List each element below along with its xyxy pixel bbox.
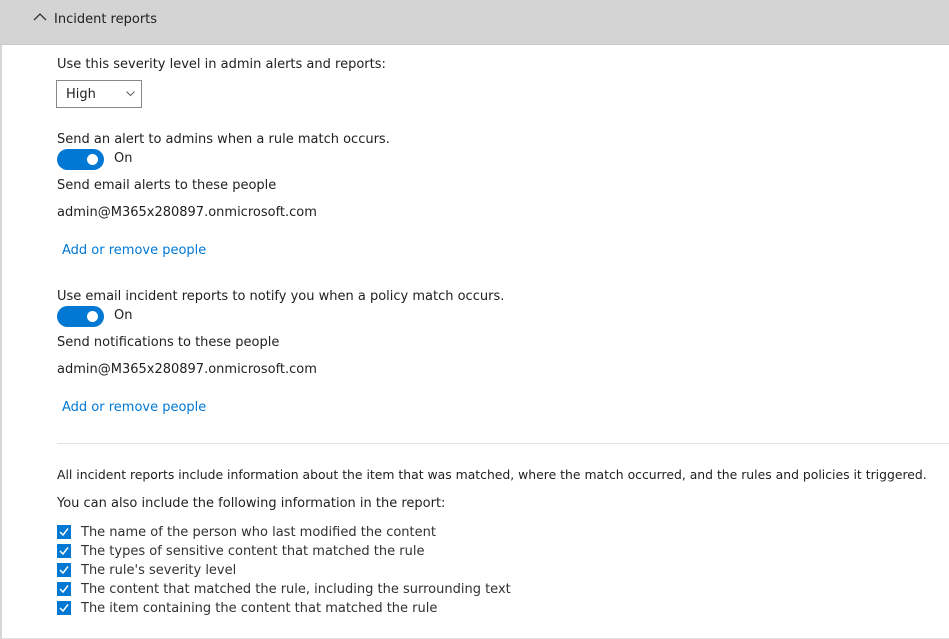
checkbox-modifier-name[interactable] — [57, 525, 71, 539]
alert-label: Send an alert to admins when a rule matc… — [57, 132, 390, 147]
checkbox-label: The item containing the content that mat… — [81, 601, 438, 616]
severity-label: Use this severity level in admin alerts … — [57, 57, 386, 72]
checkmark-icon — [59, 566, 69, 575]
severity-dropdown[interactable]: High — [56, 80, 142, 108]
alert-toggle[interactable] — [57, 149, 104, 170]
incident-recipients-label: Send notifications to these people — [57, 335, 280, 350]
checkmark-icon — [59, 585, 69, 594]
checkmark-icon — [59, 604, 69, 613]
incident-label: Use email incident reports to notify you… — [57, 289, 505, 304]
checkbox-sensitive-types[interactable] — [57, 544, 71, 558]
alert-recipients-label: Send email alerts to these people — [57, 178, 277, 193]
checkmark-icon — [59, 528, 69, 537]
chevron-down-icon — [126, 91, 135, 97]
alert-recipient: admin@M365x280897.onmicrosoft.com — [57, 205, 317, 220]
toggle-knob — [87, 154, 98, 165]
checkbox-label: The content that matched the rule, inclu… — [81, 582, 511, 597]
incident-toggle[interactable] — [57, 306, 104, 327]
checkbox-severity-level[interactable] — [57, 563, 71, 577]
checkbox-matched-content[interactable] — [57, 582, 71, 596]
section-header[interactable]: Incident reports — [0, 0, 949, 45]
toggle-knob — [87, 311, 98, 322]
incident-toggle-state: On — [114, 308, 133, 323]
checkbox-label: The types of sensitive content that matc… — [81, 544, 425, 559]
report-summary: All incident reports include information… — [57, 467, 927, 482]
chevron-up-icon[interactable] — [33, 12, 47, 22]
incident-add-remove-people-link[interactable]: Add or remove people — [62, 400, 206, 415]
incident-recipient: admin@M365x280897.onmicrosoft.com — [57, 362, 317, 377]
divider — [57, 443, 949, 444]
checkbox-label: The rule's severity level — [81, 563, 237, 578]
include-label: You can also include the following infor… — [57, 496, 446, 511]
alert-toggle-state: On — [114, 151, 133, 166]
severity-dropdown-value: High — [66, 87, 96, 102]
section-title: Incident reports — [54, 12, 158, 27]
checkmark-icon — [59, 547, 69, 556]
checkbox-label: The name of the person who last modified… — [81, 525, 436, 540]
alert-add-remove-people-link[interactable]: Add or remove people — [62, 243, 206, 258]
checkbox-item-containing[interactable] — [57, 601, 71, 615]
